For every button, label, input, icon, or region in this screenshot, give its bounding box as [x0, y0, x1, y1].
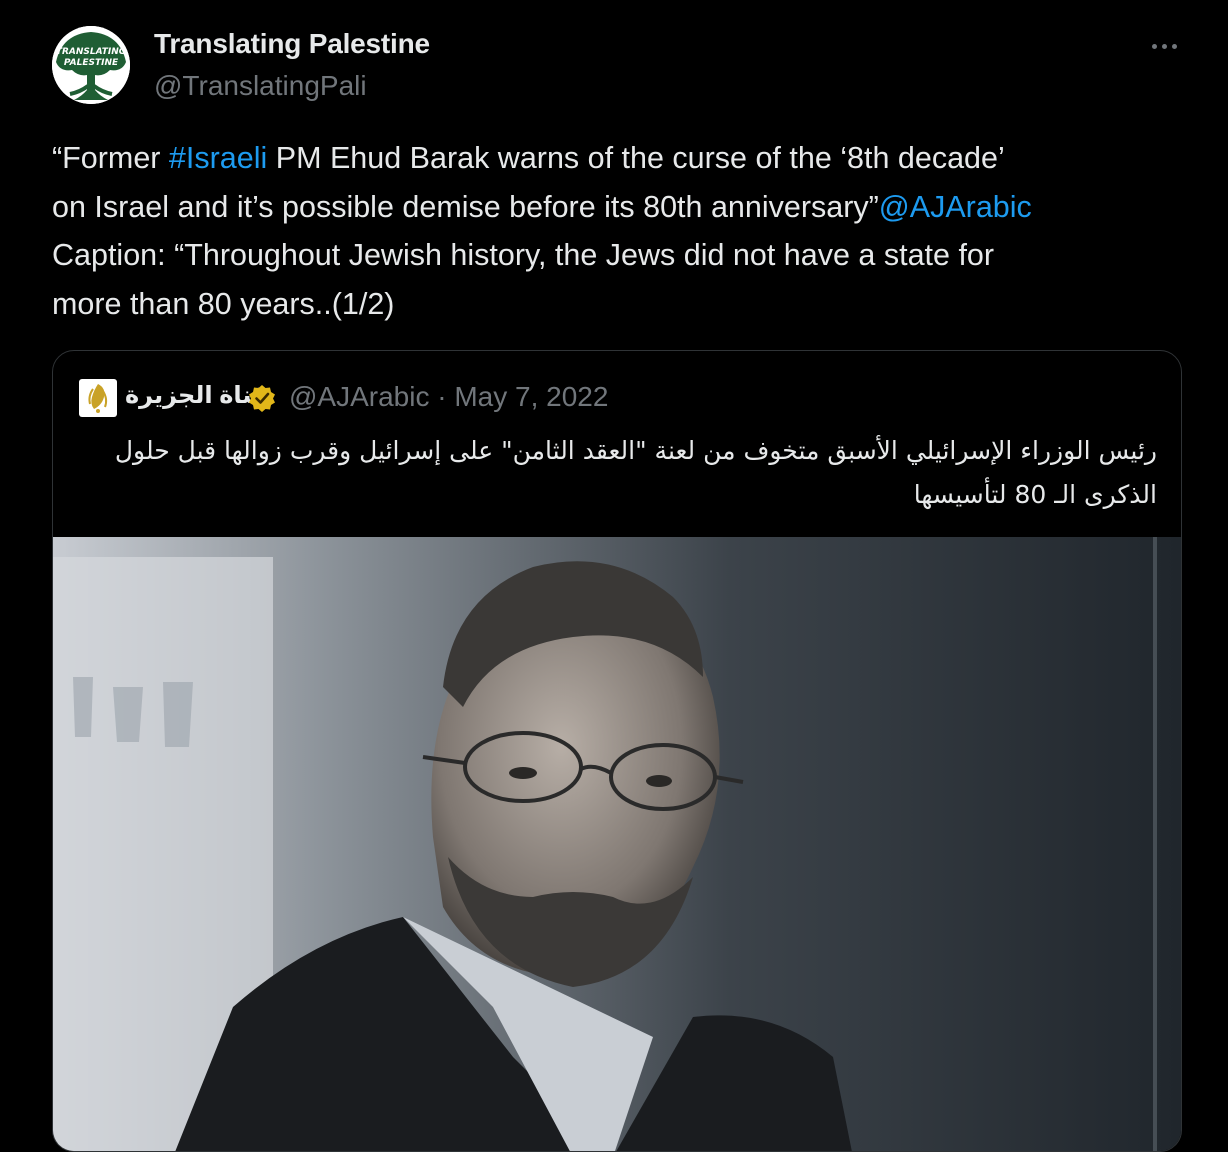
tweet-line-4: more than 80 years..(1/2) [52, 286, 395, 321]
avatar-text-line1: TRANSLATING [56, 47, 126, 57]
author-handle[interactable]: @TranslatingPali [154, 70, 367, 102]
quoted-photo[interactable] [53, 537, 1181, 1151]
more-dot-icon [1151, 43, 1157, 49]
tweet-line-3: Caption: “Throughout Jewish history, the… [52, 238, 995, 272]
gold-verified-badge-icon [249, 385, 275, 412]
author-display-name[interactable]: Translating Palestine [154, 28, 430, 60]
quoted-text: رئيس الوزراء الإسرائيلي الأسبق متخوف من … [114, 436, 1157, 509]
author-avatar[interactable]: TRANSLATING PALESTINE [52, 26, 130, 104]
tree-logo-icon: TRANSLATING PALESTINE [52, 26, 130, 104]
tweet-text-segment: on Israel and it’s possible demise befor… [52, 189, 879, 224]
tweet[interactable]: TRANSLATING PALESTINE Translating Palest… [0, 0, 1228, 1152]
more-options-button[interactable] [1140, 32, 1188, 60]
more-dot-icon [1161, 43, 1167, 49]
tweet-line-1: “Former #Israeli PM Ehud Barak warns of … [52, 134, 1202, 183]
quoted-tweet[interactable]: قناة الجزيرة @AJArabic · May 7, 2022 رئي… [52, 350, 1182, 1152]
tweet-line-2: on Israel and it’s possible demise befor… [52, 183, 1202, 232]
more-dot-icon [1171, 43, 1177, 49]
avatar-text-line2: PALESTINE [64, 58, 119, 68]
quoted-handle[interactable]: @AJArabic [289, 381, 429, 412]
hashtag-link[interactable]: #Israeli [169, 141, 267, 175]
meta-separator: · [429, 381, 455, 412]
tweet-text-segment: “Former [52, 141, 169, 175]
mention-link[interactable]: @AJArabic [879, 190, 1032, 224]
quoted-meta: @AJArabic · May 7, 2022 [289, 381, 608, 413]
photo-illustration [53, 537, 1181, 1151]
tweet-text: “Former #Israeli PM Ehud Barak warns of … [52, 134, 1202, 328]
tweet-text-segment: PM Ehud Barak warns of the curse of the … [267, 141, 1005, 175]
quoted-date[interactable]: May 7, 2022 [454, 381, 608, 412]
al-jazeera-logo-icon[interactable] [79, 379, 117, 417]
